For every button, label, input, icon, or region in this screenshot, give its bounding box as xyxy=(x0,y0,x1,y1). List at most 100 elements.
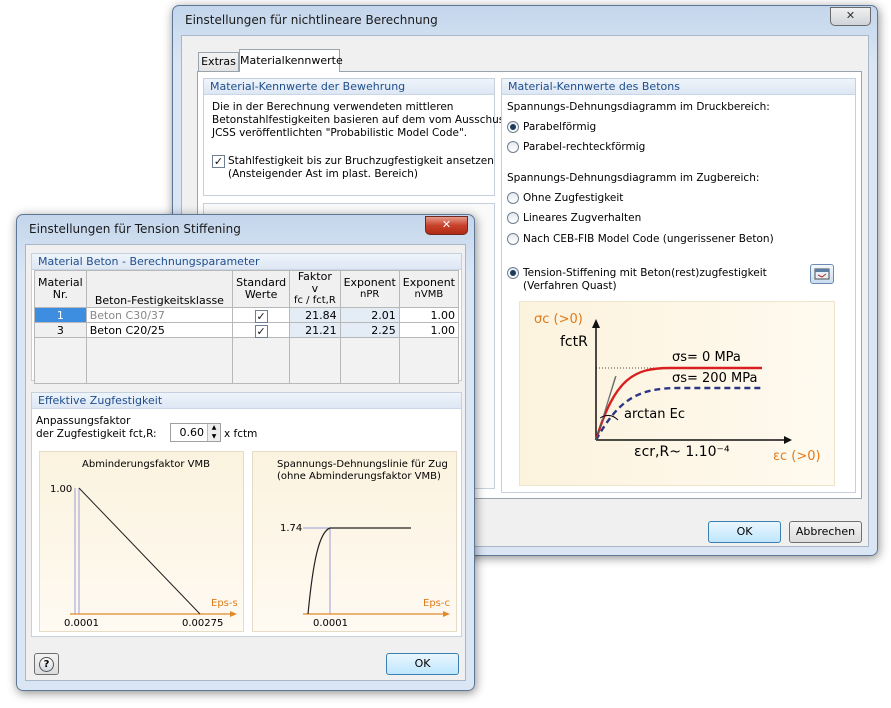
help-icon: ? xyxy=(39,657,54,672)
settings-dialog-icon xyxy=(814,268,830,280)
row-2-exp-vmb[interactable]: 1.00 xyxy=(398,322,460,338)
radio-parabel-label: Parabelförmig xyxy=(523,121,597,133)
tab-materialkennwerte[interactable]: Materialkennwerte xyxy=(239,49,343,72)
steel-strength-label: Stahlfestigkeit bis zur Bruchzugfestigke… xyxy=(228,155,494,167)
help-button[interactable]: ? xyxy=(34,653,59,675)
factor-label-2: der Zugfestigkeit fct,R: xyxy=(36,428,157,440)
factor-unit: x fctm xyxy=(224,428,258,440)
row-2-exp-pr[interactable]: 2.25 xyxy=(339,322,400,338)
col-exp-pr-1: Exponent xyxy=(343,276,396,289)
radio-ohne-zug[interactable] xyxy=(507,192,519,204)
col-exp-vmb-2: nVMB xyxy=(414,289,444,300)
ts-client: Material Beton - Berechnungsparameter Ma… xyxy=(25,244,466,681)
reinforcement-desc-3: JCSS veröffentlichten "Probabilistic Mod… xyxy=(212,127,468,139)
radio-linear[interactable] xyxy=(507,212,519,224)
col-factor-2: fc / fct,R xyxy=(293,295,336,306)
reinforcement-desc-1: Die in der Berechnung verwendeten mittle… xyxy=(212,101,454,113)
reinforcement-header: Material-Kennwerte der Bewehrung xyxy=(204,79,494,95)
main-cancel-button[interactable]: Abbrechen xyxy=(789,521,862,543)
table-row[interactable]: 1 Beton C30/37 ✓ 21.84 2.01 1.00 xyxy=(34,307,460,323)
diagram-arctan: arctan Ec xyxy=(624,407,685,422)
vmb-chart-y-label: 1.00 xyxy=(50,484,73,495)
ts-dialog: Einstellungen für Tension Stiffening ✕ M… xyxy=(16,214,475,691)
stress-strain-x0: 0.0001 xyxy=(313,618,348,629)
diagram-sigma-c: σc (>0) xyxy=(534,312,583,327)
radio-tension-stiffening[interactable] xyxy=(507,267,519,279)
tab-materialkennwerte-label: Materialkennwerte xyxy=(240,54,343,67)
vmb-chart-x0: 0.0001 xyxy=(64,618,99,629)
compression-label: Spannungs-Dehnungsdiagramm im Druckberei… xyxy=(507,101,770,113)
main-dialog-title: Einstellungen für nichtlineare Berechnun… xyxy=(185,13,438,27)
col-nr-2: Nr. xyxy=(52,288,68,301)
diagram-sigma-s200: σs= 200 MPa xyxy=(672,371,758,386)
radio-linear-label: Lineares Zugverhalten xyxy=(523,212,642,224)
col-factor-1: Faktor v xyxy=(297,270,332,295)
row-1-factor[interactable]: 21.84 xyxy=(289,307,341,323)
tension-stiffening-sublabel: (Verfahren Quast) xyxy=(523,280,617,292)
factor-input-value: 0.60 xyxy=(179,426,205,439)
material-table: Material Nr. Beton-Festigkeitsklasse Stan… xyxy=(34,270,460,384)
factor-spin-up[interactable]: ▲ xyxy=(207,424,220,432)
col-standard-2: Werte xyxy=(244,288,278,301)
row-2-class[interactable]: Beton C20/25 xyxy=(85,322,234,338)
radio-ohne-zug-label: Ohne Zugfestigkeit xyxy=(523,192,624,204)
row-1-exp-pr[interactable]: 2.01 xyxy=(339,307,400,323)
vmb-chart-x1: 0.00275 xyxy=(182,618,224,629)
steel-strength-sublabel: (Ansteigender Ast im plast. Bereich) xyxy=(228,168,418,180)
table-empty-row xyxy=(34,337,460,384)
radio-ceb-fib-label: Nach CEB-FIB Model Code (ungerissener Be… xyxy=(523,233,774,245)
vmb-chart: Abminderungsfaktor VMB 1.00 0.0001 0.002… xyxy=(39,451,244,632)
diagram-fctr: fctR xyxy=(560,334,588,350)
tab-extras[interactable]: Extras xyxy=(198,52,239,71)
tension-label: Spannungs-Dehnungsdiagramm im Zugbereich… xyxy=(507,172,760,184)
table-row[interactable]: 3 Beton C20/25 ✓ 21.21 2.25 1.00 xyxy=(34,322,460,338)
row-1-nr[interactable]: 1 xyxy=(34,307,87,323)
col-exp-vmb-1: Exponent xyxy=(402,276,455,289)
vmb-chart-axis: Eps-s xyxy=(211,598,238,609)
col-class: Beton-Festigkeitsklasse xyxy=(85,270,234,308)
factor-spin-down[interactable]: ▼ xyxy=(207,432,220,441)
stress-strain-y-label: 1.74 xyxy=(280,523,303,534)
tension-stiffening-label: Tension-Stiffening mit Beton(rest)zugfes… xyxy=(523,267,767,279)
row-2-standard[interactable]: ✓ xyxy=(232,322,291,338)
concrete-diagram: σc (>0) fctR σs= 0 MPa σs= 200 MPa arcta… xyxy=(519,301,835,486)
radio-parabel-rechteck[interactable] xyxy=(507,141,519,153)
material-panel: Material Beton - Berechnungsparameter Ma… xyxy=(31,253,462,384)
material-grid: Material Nr. Beton-Festigkeitsklasse Stan… xyxy=(34,270,460,384)
row-2-nr[interactable]: 3 xyxy=(34,322,87,338)
main-ok-button[interactable]: OK xyxy=(708,521,781,543)
reinforcement-panel: Material-Kennwerte der Bewehrung Die in … xyxy=(203,78,510,196)
steel-strength-checkbox[interactable]: ✓ xyxy=(212,155,225,168)
effective-strength-header: Effektive Zugfestigkeit xyxy=(32,393,461,409)
main-close-button[interactable]: ✕ xyxy=(830,7,871,26)
row-1-standard-checkbox[interactable]: ✓ xyxy=(254,309,268,323)
col-exp-pr-2: nPR xyxy=(360,289,380,300)
radio-ceb-fib[interactable] xyxy=(507,233,519,245)
factor-input[interactable]: 0.60 ▲ ▼ xyxy=(170,423,221,442)
row-2-standard-checkbox[interactable]: ✓ xyxy=(254,324,268,338)
row-1-standard[interactable]: ✓ xyxy=(232,307,291,323)
row-1-class[interactable]: Beton C30/37 xyxy=(85,307,234,323)
reinforcement-desc-2: Betonstahlfestigkeiten basieren auf dem … xyxy=(212,114,510,126)
table-header-row: Material Nr. Beton-Festigkeitsklasse Stan… xyxy=(34,270,460,308)
diagram-sigma-s0: σs= 0 MPa xyxy=(672,350,741,365)
tension-stiffening-settings-button[interactable] xyxy=(810,264,834,284)
effective-strength-panel: Effektive Zugfestigkeit Anpassungsfaktor… xyxy=(31,392,462,637)
row-1-exp-vmb[interactable]: 1.00 xyxy=(398,307,460,323)
material-panel-header: Material Beton - Berechnungsparameter xyxy=(32,254,461,270)
stress-strain-chart: Spannungs-Dehnungslinie für Zug (ohne Ab… xyxy=(252,451,457,632)
close-icon: ✕ xyxy=(441,218,452,231)
concrete-panel: Material-Kennwerte des Betons Spannungs-… xyxy=(501,78,856,493)
factor-label-1: Anpassungsfaktor xyxy=(36,415,131,427)
stress-strain-axis: Eps-c xyxy=(423,598,450,609)
diagram-eps-c: εc (>0) xyxy=(773,449,821,464)
ts-dialog-title: Einstellungen für Tension Stiffening xyxy=(29,222,241,236)
close-icon: ✕ xyxy=(845,9,856,22)
row-2-factor[interactable]: 21.21 xyxy=(289,322,341,338)
radio-parabel-rechteck-label: Parabel-rechteckförmig xyxy=(523,141,646,153)
ts-close-button[interactable]: ✕ xyxy=(425,216,468,235)
tab-extras-label: Extras xyxy=(201,55,236,68)
concrete-header: Material-Kennwerte des Betons xyxy=(502,79,855,95)
radio-parabel[interactable] xyxy=(507,121,519,133)
ts-ok-button[interactable]: OK xyxy=(386,653,459,675)
